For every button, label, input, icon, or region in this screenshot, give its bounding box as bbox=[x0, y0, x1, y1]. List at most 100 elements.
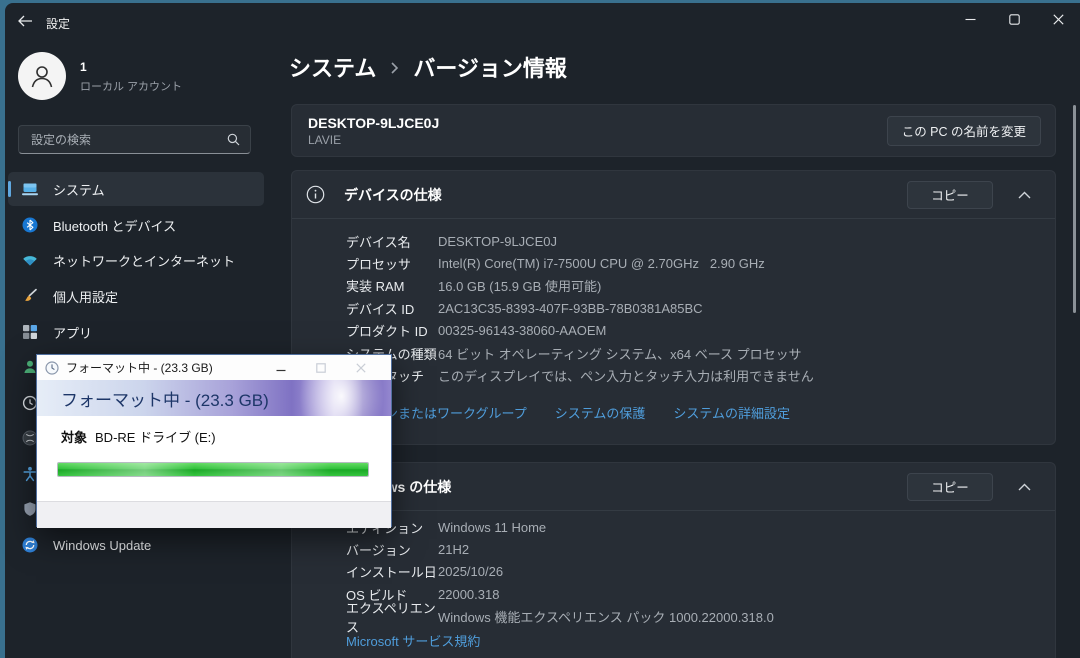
format-dialog: フォーマット中 - (23.3 GB) フォーマット中 - (23.3 GB) … bbox=[36, 354, 392, 527]
dialog-minimize-button[interactable] bbox=[261, 357, 301, 379]
windows-spec-header[interactable]: Windows の仕様 コピー bbox=[292, 463, 1055, 511]
user-name: 1 bbox=[80, 60, 87, 74]
dialog-close-button[interactable] bbox=[341, 357, 381, 379]
spec-value: 2025/10/26 bbox=[438, 564, 503, 579]
search-input[interactable] bbox=[19, 133, 227, 147]
spec-value: このディスプレイでは、ペン入力とタッチ入力は利用できません bbox=[438, 366, 814, 385]
windows-spec-copy-button[interactable]: コピー bbox=[907, 473, 993, 501]
sidebar-item-label: Windows Update bbox=[53, 538, 151, 553]
link[interactable]: Microsoft サービス規約 bbox=[346, 631, 571, 650]
sidebar-item-windows-update[interactable]: Windows Update bbox=[8, 528, 264, 562]
clock-icon bbox=[45, 361, 59, 375]
sidebar-item-label: 個人用設定 bbox=[53, 287, 118, 306]
spec-row: 実装 RAM16.0 GB (15.9 GB 使用可能) bbox=[346, 275, 1039, 297]
back-arrow-icon bbox=[17, 15, 33, 27]
spec-value: 16.0 GB (15.9 GB 使用可能) bbox=[438, 276, 601, 295]
device-spec-collapse-button[interactable] bbox=[1009, 181, 1039, 209]
windows-spec-rows: エディションWindows 11 Homeバージョン21H2インストール日202… bbox=[346, 516, 1039, 628]
personalization-icon bbox=[22, 288, 38, 304]
link[interactable]: システムの詳細設定 bbox=[673, 403, 790, 422]
minimize-icon bbox=[965, 14, 976, 25]
windows-spec-links: Microsoft サービス規約Microsoft ソフトウェアライセンス条項 bbox=[346, 631, 571, 658]
windows-update-icon bbox=[22, 537, 38, 553]
spec-value: 21H2 bbox=[438, 542, 469, 557]
spec-value: 2AC13C35-8393-407F-93BB-78B0381A85BC bbox=[438, 301, 703, 316]
windows-spec-collapse-button[interactable] bbox=[1009, 473, 1039, 501]
spec-label: バージョン bbox=[346, 540, 438, 559]
rename-pc-button[interactable]: この PC の名前を変更 bbox=[887, 116, 1041, 146]
sidebar-item-label: Bluetooth とデバイス bbox=[53, 216, 176, 235]
maximize-icon bbox=[316, 363, 326, 373]
spec-label: デバイス名 bbox=[346, 232, 438, 251]
sidebar-item-apps[interactable]: アプリ bbox=[8, 315, 264, 349]
device-spec-rows: デバイス名DESKTOP-9LJCE0JプロセッサIntel(R) Core(T… bbox=[346, 230, 1039, 387]
selection-accent bbox=[8, 181, 11, 197]
format-progress-fill bbox=[58, 463, 368, 476]
spec-row: デバイス ID2AC13C35-8393-407F-93BB-78B0381A8… bbox=[346, 297, 1039, 319]
format-dialog-footer bbox=[37, 501, 391, 528]
chevron-up-icon bbox=[1018, 483, 1031, 491]
spec-label: プロセッサ bbox=[346, 254, 438, 273]
format-dialog-heading: フォーマット中 - (23.3 GB) bbox=[61, 386, 269, 411]
sidebar-item-network[interactable]: ネットワークとインターネット bbox=[8, 243, 264, 277]
sidebar-item-bluetooth[interactable]: Bluetooth とデバイス bbox=[8, 208, 264, 242]
dialog-maximize-button[interactable] bbox=[301, 357, 341, 379]
spec-row: エクスペリエンスWindows 機能エクスペリエンス パック 1000.2200… bbox=[346, 606, 1039, 628]
maximize-button[interactable] bbox=[992, 3, 1036, 36]
spec-value: 00325-96143-38060-AAOEM bbox=[438, 323, 606, 338]
sidebar-item-label: システム bbox=[53, 180, 105, 199]
close-button[interactable] bbox=[1036, 3, 1080, 36]
device-spec-header[interactable]: デバイスの仕様 コピー bbox=[292, 171, 1055, 219]
format-target-value: BD-RE ドライブ (E:) bbox=[95, 430, 216, 445]
format-dialog-titlebar[interactable]: フォーマット中 - (23.3 GB) bbox=[37, 355, 391, 380]
spec-value: Intel(R) Core(TM) i7-7500U CPU @ 2.70GHz… bbox=[438, 256, 765, 271]
format-progress-bar bbox=[57, 462, 369, 477]
spec-value: 64 ビット オペレーティング システム、x64 ベース プロセッサ bbox=[438, 344, 802, 363]
spec-row: デバイス名DESKTOP-9LJCE0J bbox=[346, 230, 1039, 252]
breadcrumb-system[interactable]: システム bbox=[289, 51, 376, 83]
sidebar-item-label: アプリ bbox=[53, 323, 92, 342]
spec-value: DESKTOP-9LJCE0J bbox=[438, 234, 557, 249]
minimize-button[interactable] bbox=[948, 3, 992, 36]
device-spec-title: デバイスの仕様 bbox=[344, 185, 442, 205]
device-model: LAVIE bbox=[308, 133, 439, 147]
spec-row: OS ビルド22000.318 bbox=[346, 583, 1039, 605]
device-spec-links: ドメインまたはワークグループシステムの保護システムの詳細設定 bbox=[346, 403, 790, 422]
sidebar-item-system[interactable]: システム bbox=[8, 172, 264, 206]
spec-label: インストール日 bbox=[346, 562, 438, 581]
window-controls bbox=[948, 3, 1080, 36]
close-icon bbox=[1053, 14, 1064, 25]
spec-value: Windows 11 Home bbox=[438, 520, 546, 535]
chevron-up-icon bbox=[1018, 191, 1031, 199]
sidebar-item-label: ネットワークとインターネット bbox=[53, 251, 235, 270]
link[interactable]: システムの保護 bbox=[555, 403, 646, 422]
format-dialog-banner: フォーマット中 - (23.3 GB) bbox=[37, 380, 391, 416]
system-icon bbox=[22, 181, 38, 197]
device-name: DESKTOP-9LJCE0J bbox=[308, 115, 439, 131]
spec-row: インストール日2025/10/26 bbox=[346, 561, 1039, 583]
spec-label: 実装 RAM bbox=[346, 276, 438, 295]
user-icon bbox=[27, 61, 57, 91]
spec-row: エディションWindows 11 Home bbox=[346, 516, 1039, 538]
network-icon bbox=[22, 252, 38, 268]
format-dialog-title: フォーマット中 - (23.3 GB) bbox=[66, 359, 213, 376]
spec-label: プロダクト ID bbox=[346, 321, 438, 340]
format-target: 対象BD-RE ドライブ (E:) bbox=[61, 427, 216, 446]
scrollbar-thumb[interactable] bbox=[1073, 105, 1076, 313]
back-button[interactable] bbox=[12, 10, 38, 32]
device-spec-section: デバイスの仕様 コピー デバイス名DESKTOP-9LJCE0JプロセッサInt… bbox=[291, 170, 1056, 445]
sidebar-item-personalization[interactable]: 個人用設定 bbox=[8, 279, 264, 313]
spec-row: システムの種類64 ビット オペレーティング システム、x64 ベース プロセッ… bbox=[346, 342, 1039, 364]
info-icon bbox=[306, 185, 325, 204]
device-spec-copy-button[interactable]: コピー bbox=[907, 181, 993, 209]
spec-value: 22000.318 bbox=[438, 587, 499, 602]
breadcrumb: システム バージョン情報 bbox=[289, 51, 567, 83]
windows-spec-section: Windows の仕様 コピー エディションWindows 11 Home バージ… bbox=[291, 462, 1056, 658]
device-name-card: DESKTOP-9LJCE0J LAVIE この PC の名前を変更 bbox=[291, 104, 1056, 157]
minimize-icon bbox=[276, 363, 286, 373]
search-icon[interactable] bbox=[227, 133, 250, 146]
spec-row: プロセッサIntel(R) Core(TM) i7-7500U CPU @ 2.… bbox=[346, 252, 1039, 274]
avatar[interactable] bbox=[18, 52, 66, 100]
bluetooth-icon bbox=[22, 217, 38, 233]
spec-row: ペンとタッチこのディスプレイでは、ペン入力とタッチ入力は利用できません bbox=[346, 364, 1039, 386]
